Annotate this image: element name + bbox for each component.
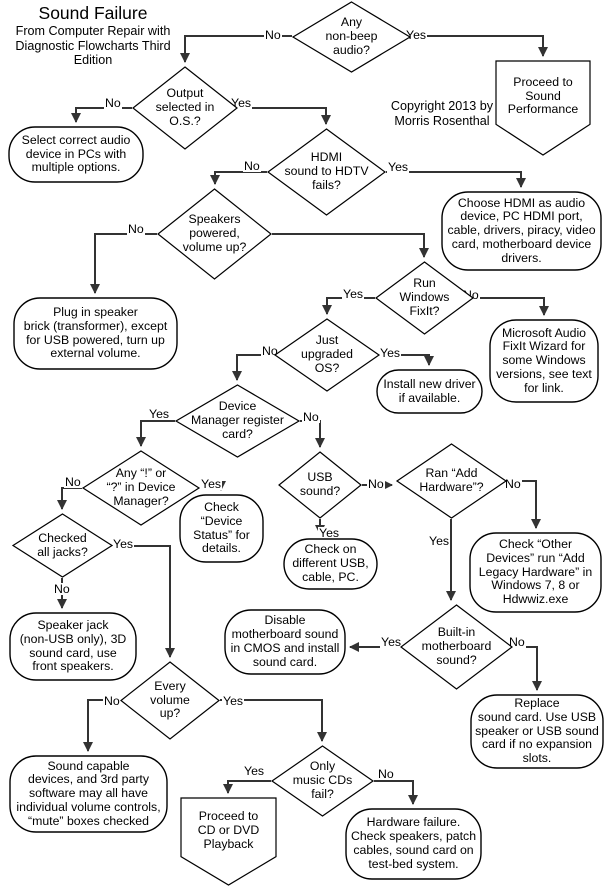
flowchart-node-label: Just upgraded OS?	[301, 333, 353, 375]
edge-label-no: No	[53, 582, 71, 596]
flowchart-node-label: Any non-beep audio?	[325, 15, 378, 57]
flowchart-node-label: Built-in motherboard sound?	[421, 625, 492, 667]
flowchart-node-label: Install new driver if available.	[383, 376, 476, 405]
flowchart-node-label: Checked all jacks?	[37, 530, 88, 559]
flowchart-node-run_fixit: Run Windows FixIt?	[374, 261, 475, 335]
flowchart-node-label: Check on different USB, cable, PC.	[292, 542, 369, 584]
flowchart-node-speaker_jack: Speaker jack (non-USB only), 3D sound ca…	[9, 612, 137, 681]
flowchart-node-label: Sound capable devices, and 3rd party sof…	[16, 758, 161, 828]
edge-label-yes: Yes	[387, 160, 410, 174]
flowchart-node-install_drv: Install new driver if available.	[376, 369, 483, 414]
flowchart-node-label: Every volume up?	[150, 678, 190, 721]
flowchart-canvas: Sound Failure From Computer Repair with …	[0, 0, 608, 887]
flowchart-node-dev_mgr_reg: Device Manager register card?	[174, 384, 301, 458]
edge-label-no: No	[103, 694, 121, 708]
flowchart-node-hardware_fail: Hardware failure. Check speakers, patch …	[345, 808, 482, 880]
edge-label-no: No	[243, 159, 261, 173]
flowchart-node-ran_addhw: Ran “Add Hardware”?	[395, 443, 508, 519]
edge-label-yes: Yes	[243, 764, 266, 778]
flowchart-node-label: Device Manager register card?	[191, 399, 284, 441]
flowchart-node-sound_capable: Sound capable devices, and 3rd party sof…	[9, 755, 168, 833]
flowchart-node-label: Ran “Add Hardware”?	[419, 466, 484, 494]
flowchart-node-proceed_cd: Proceed to CD or DVD Playback	[180, 797, 277, 886]
flowchart-node-hdmi_fails: HDMI sound to HDTV fails?	[266, 128, 387, 216]
flowchart-node-label: Proceed to CD or DVD Playback	[197, 809, 260, 851]
flowchart-node-check_diffusb: Check on different USB, cable, PC.	[283, 538, 378, 590]
flowchart-node-label: HDMI sound to HDTV fails?	[284, 150, 369, 192]
edge-label-yes: Yes	[380, 635, 403, 649]
flowchart-node-label: Hardware failure. Check speakers, patch …	[350, 815, 477, 871]
edge-label-yes: Yes	[222, 694, 245, 708]
flowchart-node-label: Output selected in O.S.?	[155, 86, 215, 128]
flowchart-node-select_audio: Select correct audio device in PCs with …	[8, 126, 144, 183]
flowchart-node-output_os: Output selected in O.S.?	[132, 66, 238, 150]
flowchart-node-usb_sound: USB sound?	[278, 451, 362, 519]
edge-label-yes: Yes	[200, 477, 223, 491]
flowchart-node-check_other: Check “Other Devices” run “Add Legacy Ha…	[469, 532, 602, 613]
page-subtitle: From Computer Repair with Diagnostic Flo…	[15, 24, 171, 67]
flowchart-node-label: Choose HDMI as audio device, PC HDMI por…	[447, 195, 596, 265]
flowchart-node-label: Replace sound card. Use USB speaker or U…	[475, 696, 599, 766]
flowchart-node-speakers_pwr: Speakers powered, volume up?	[157, 188, 272, 280]
flowchart-node-label: Speaker jack (non-USB only), 3D sound ca…	[19, 617, 127, 674]
edge-label-yes: Yes	[342, 287, 365, 301]
flowchart-node-choose_hdmi: Choose HDMI as audio device, PC HDMI por…	[441, 191, 602, 271]
flowchart-node-label: Disable motherboard sound in CMOS and in…	[230, 613, 340, 669]
flowchart-node-label: Run Windows FixIt?	[399, 276, 450, 318]
flowchart-node-label: Plug in speaker brick (transformer), exc…	[23, 304, 168, 361]
edge-label-yes: Yes	[148, 407, 171, 421]
edge-label-yes: Yes	[112, 537, 135, 551]
flowchart-node-builtin_mobo: Built-in motherboard sound?	[400, 604, 513, 690]
flowchart-node-just_upgrade: Just upgraded OS?	[273, 318, 381, 392]
flowchart-node-label: Only music CDs fail?	[292, 759, 353, 801]
flowchart-node-label: USB sound?	[299, 470, 341, 498]
edge-label-no: No	[302, 410, 320, 424]
edge-label-yes: Yes	[428, 534, 451, 548]
flowchart-node-every_vol: Every volume up?	[120, 661, 220, 740]
edge-label-yes: Yes	[379, 346, 402, 360]
flowchart-node-replace_card: Replace sound card. Use USB speaker or U…	[470, 694, 604, 769]
flowchart-node-label: Microsoft Audio FixIt Wizard for some Wi…	[496, 325, 592, 395]
page-title: Sound Failure	[38, 3, 148, 23]
flowchart-node-disable_mobo: Disable motherboard sound in CMOS and in…	[224, 609, 346, 675]
edge-label-no: No	[104, 96, 122, 110]
flowchart-node-label: Any “!” or “?” in Device Manager?	[106, 466, 176, 508]
flowchart-node-label: Select correct audio device in PCs with …	[21, 132, 131, 175]
edge-label-no: No	[264, 28, 282, 42]
flowchart-node-label: Proceed to Sound Performance	[507, 74, 579, 117]
flowchart-node-label: Speakers powered, volume up?	[182, 212, 247, 254]
flowchart-node-proceed_sound: Proceed to Sound Performance	[495, 60, 591, 156]
flowchart-node-only_musiccd: Only music CDs fail?	[270, 745, 375, 817]
flowchart-node-ms_fixit: Microsoft Audio FixIt Wizard for some Wi…	[489, 319, 599, 403]
flowchart-node-label: Check “Other Devices” run “Add Legacy Ha…	[478, 537, 593, 607]
edge-label-no: No	[377, 767, 395, 781]
flowchart-node-check_devst: Check “Device Status” for details.	[179, 494, 264, 563]
flowchart-node-plug_brick: Plug in speaker brick (transformer), exc…	[13, 297, 178, 370]
edge-label-no: No	[367, 477, 385, 491]
flowchart-node-label: Check “Device Status” for details.	[193, 499, 250, 556]
edge-label-no: No	[127, 222, 145, 236]
flowchart-node-any_nonbeep: Any non-beep audio?	[291, 1, 412, 73]
flowchart-node-checked_jack: Checked all jacks?	[11, 513, 114, 578]
edge-label-no: No	[64, 475, 82, 489]
title-block: Sound Failure From Computer Repair with …	[0, 3, 186, 67]
